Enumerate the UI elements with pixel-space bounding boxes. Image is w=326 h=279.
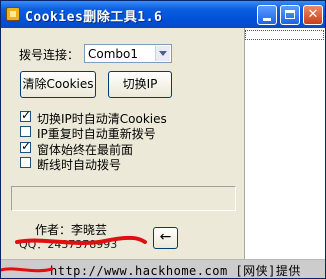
contact-text: QQ：2437378993: [19, 238, 118, 251]
chevron-down-icon: [159, 51, 167, 56]
dial-label: 拨号连接：: [19, 48, 80, 62]
close-button[interactable]: ✕: [303, 5, 323, 25]
maximize-icon: [285, 10, 295, 19]
focus-outline: [245, 30, 324, 40]
footer-text: http://www.hackhome.com [网侠]提供: [50, 264, 301, 278]
app-window: Cookies删除工具1.6 ✕ 拨号连接： Combo1 清除Cookies …: [0, 0, 326, 279]
option-redial-on-duplicate-ip[interactable]: IP重复时自动重新拨号: [20, 125, 240, 141]
check-icon: ✓: [21, 139, 32, 153]
checkbox[interactable]: [20, 157, 31, 168]
option-label: IP重复时自动重新拨号: [37, 127, 156, 141]
checkbox[interactable]: [20, 126, 31, 137]
dial-select[interactable]: Combo1: [84, 44, 172, 63]
dropdown-arrow[interactable]: [155, 46, 170, 61]
title-bar[interactable]: Cookies删除工具1.6 ✕: [1, 1, 325, 28]
close-icon: ✕: [307, 7, 319, 22]
checkbox[interactable]: ✓: [20, 139, 32, 153]
option-always-on-top[interactable]: ✓ 窗体始终在最前面: [20, 139, 240, 157]
log-panel[interactable]: [244, 28, 325, 278]
check-icon: ✓: [21, 108, 32, 122]
back-button[interactable]: ←: [153, 227, 178, 249]
minimize-icon: [263, 18, 271, 21]
status-panel: [11, 186, 236, 211]
option-label: 断线时自动拨号: [37, 158, 122, 172]
dial-select-value: Combo1: [88, 47, 139, 61]
minimize-button[interactable]: [257, 5, 277, 25]
red-scribble-footer: [1, 267, 54, 273]
option-auto-clear-cookies[interactable]: ✓ 切换IP时自动清Cookies: [20, 108, 240, 126]
option-auto-dial-on-disconnect[interactable]: 断线时自动拨号: [20, 156, 240, 172]
switch-ip-button[interactable]: 切换IP: [108, 71, 172, 98]
checkbox[interactable]: ✓: [20, 108, 32, 122]
app-icon: [6, 7, 20, 21]
clear-cookies-button[interactable]: 清除Cookies: [20, 71, 96, 98]
watermark-footer: http://www.hackhome.com [网侠]提供: [1, 259, 325, 278]
window-title: Cookies删除工具1.6: [25, 10, 163, 25]
maximize-button[interactable]: [280, 5, 300, 25]
